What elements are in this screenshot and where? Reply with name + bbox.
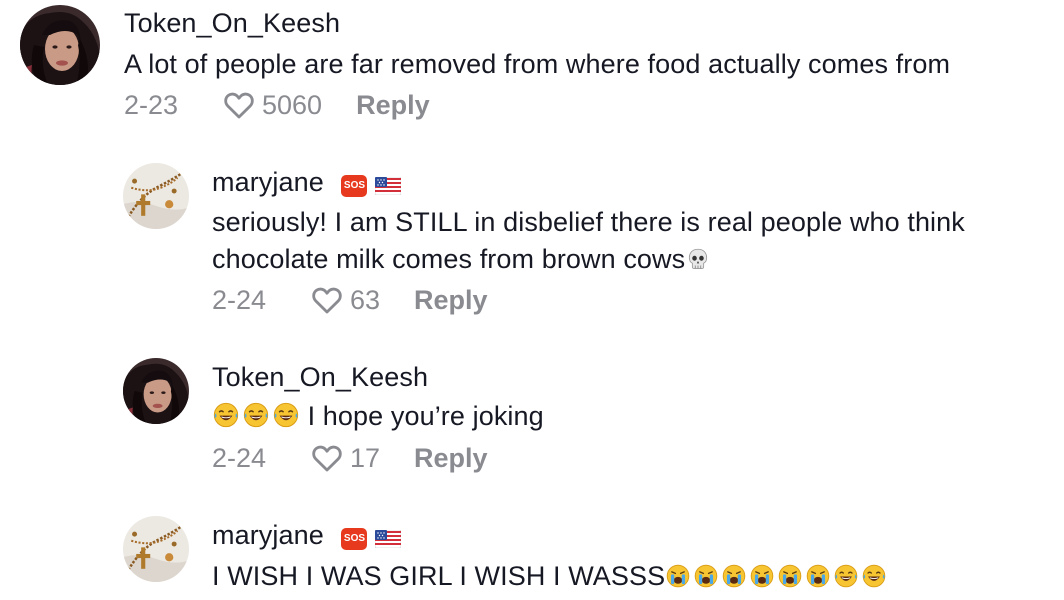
comment-meta: 2-23 5060 Reply [124, 88, 430, 122]
avatar[interactable] [20, 5, 100, 85]
crying-emoji [777, 563, 803, 589]
trailing-emojis [665, 563, 887, 589]
like-button[interactable]: 63 [310, 283, 380, 317]
like-button[interactable]: 5060 [222, 88, 322, 122]
avatar-image [20, 5, 100, 85]
sos-icon: SOS [341, 528, 368, 550]
username-text: maryjane [212, 167, 324, 197]
avatar-image [123, 163, 189, 229]
comment-username[interactable]: maryjane SOS [212, 167, 401, 198]
user-badges: SOS [341, 175, 401, 197]
comment-date: 2-24 [212, 442, 267, 473]
comment-username[interactable]: Token_On_Keesh [212, 362, 428, 393]
comment-text: I hope you’re joking [212, 398, 544, 435]
laughing-tears-emoji [242, 401, 270, 429]
laughing-tears-emoji [861, 563, 887, 589]
comment-meta: 2-24 17 Reply [212, 441, 488, 475]
comment-text: I WISH I WAS GIRL I WISH I WASSS [212, 558, 887, 595]
crying-emoji [665, 563, 691, 589]
sos-icon: SOS [341, 175, 368, 197]
comment-meta: 2-24 63 Reply [212, 283, 488, 317]
heart-icon [310, 441, 344, 475]
skull-emoji [685, 246, 711, 272]
avatar[interactable] [123, 516, 189, 582]
us-flag-icon [375, 530, 401, 548]
comment-text-content: I hope you’re joking [307, 401, 544, 431]
avatar-image [123, 516, 189, 582]
reply-button[interactable]: Reply [414, 443, 488, 474]
comment-username[interactable]: Token_On_Keesh [124, 8, 340, 39]
laughing-tears-emoji [833, 563, 859, 589]
comment-text-line-2: chocolate milk comes from brown cows [212, 241, 965, 278]
comment-text-line-2-text: chocolate milk comes from brown cows [212, 244, 686, 274]
crying-emoji [749, 563, 775, 589]
comment-username[interactable]: maryjane SOS [212, 520, 401, 551]
heart-icon [222, 88, 256, 122]
crying-emoji [693, 563, 719, 589]
user-badges: SOS [341, 528, 401, 550]
laughing-tears-emoji [212, 401, 240, 429]
comment-text: seriously! I am STILL in disbelief there… [212, 204, 965, 278]
like-count: 17 [350, 442, 381, 473]
comment-text: A lot of people are far removed from whe… [124, 49, 951, 79]
like-button[interactable]: 17 [310, 441, 380, 475]
heart-icon [310, 283, 344, 317]
avatar[interactable] [123, 358, 189, 424]
comment-date: 2-24 [212, 284, 267, 315]
comment-text-content: I WISH I WAS GIRL I WISH I WASSS [212, 561, 666, 591]
avatar-image [123, 358, 189, 424]
comment-date: 2-23 [124, 89, 179, 120]
reply-button[interactable]: Reply [414, 285, 488, 316]
comment-text-line-1: seriously! I am STILL in disbelief there… [212, 207, 965, 237]
laughing-tears-emoji [272, 401, 300, 429]
like-count: 5060 [262, 89, 323, 120]
us-flag-icon [375, 177, 401, 195]
leading-emojis [212, 401, 300, 429]
username-text: maryjane [212, 520, 324, 550]
reply-button[interactable]: Reply [356, 90, 430, 121]
crying-emoji [721, 563, 747, 589]
crying-emoji [805, 563, 831, 589]
avatar[interactable] [123, 163, 189, 229]
like-count: 63 [350, 284, 381, 315]
